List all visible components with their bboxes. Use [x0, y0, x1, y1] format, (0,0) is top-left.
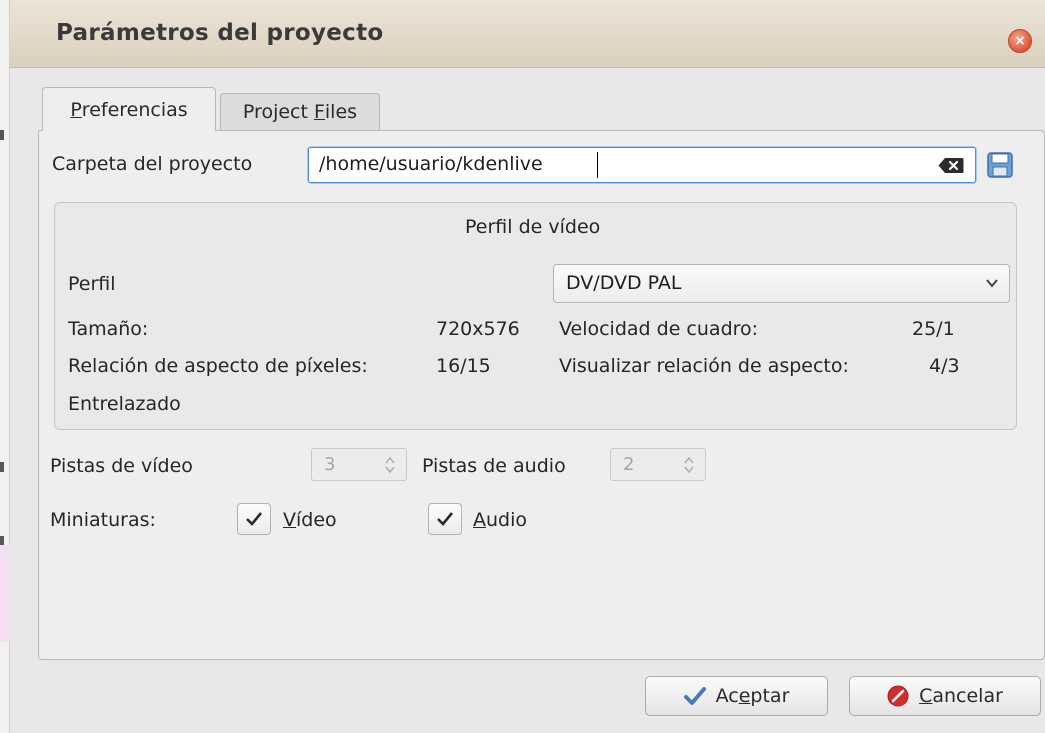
- text-caret: [597, 152, 598, 178]
- project-folder-value: /home/usuario/kdenlive: [319, 153, 543, 175]
- display-aspect-label: Visualizar relación de aspecto:: [559, 355, 849, 377]
- floppy-disk-icon: [987, 152, 1013, 178]
- pixel-aspect-label: Relación de aspecto de píxeles:: [68, 355, 368, 377]
- tab-project-files[interactable]: Project Files: [220, 93, 380, 130]
- video-tracks-spinbox[interactable]: 3: [311, 448, 407, 481]
- project-folder-label: Carpeta del proyecto: [52, 153, 253, 175]
- checkbox-label-text: ídeo: [296, 509, 337, 531]
- close-icon: ×: [1014, 33, 1026, 49]
- size-label: Tamaño:: [68, 318, 149, 340]
- checkmark-icon: [437, 512, 454, 526]
- checkmark-icon: [246, 512, 263, 526]
- spin-arrows-icon: [684, 456, 694, 474]
- video-thumbnails-label[interactable]: Vídeo: [283, 509, 337, 531]
- tab-label: Project: [242, 101, 314, 123]
- mnemonic-letter: C: [919, 685, 933, 707]
- audio-tracks-value: 2: [623, 454, 635, 475]
- spin-arrows-icon: [385, 456, 395, 474]
- audio-thumbnails-checkbox[interactable]: [428, 503, 462, 535]
- mnemonic-letter: A: [473, 509, 486, 531]
- mnemonic-letter: e: [738, 685, 751, 707]
- video-tracks-value: 3: [324, 454, 336, 475]
- cancel-icon: [887, 685, 909, 707]
- framerate-label: Velocidad de cuadro:: [559, 318, 759, 340]
- save-folder-button[interactable]: [984, 149, 1016, 181]
- thumbnails-label: Miniaturas:: [50, 509, 156, 531]
- project-folder-input[interactable]: /home/usuario/kdenlive: [308, 147, 976, 183]
- title-bar[interactable]: Parámetros del proyecto ×: [10, 0, 1045, 68]
- close-button[interactable]: ×: [1008, 29, 1032, 53]
- audio-thumbnails-label[interactable]: Audio: [473, 509, 527, 531]
- display-aspect-value: 4/3: [929, 355, 960, 377]
- tab-mnemonic: P: [70, 98, 82, 121]
- label-part: ancelar: [932, 685, 1003, 707]
- profile-label: Perfil: [68, 273, 116, 295]
- video-profile-title: Perfil de vídeo: [465, 216, 601, 238]
- cancel-button-label: Cancelar: [919, 685, 1003, 707]
- profile-selected-value: DV/DVD PAL: [566, 272, 682, 294]
- background-glyph: [0, 462, 4, 472]
- label-part: ptar: [750, 685, 790, 707]
- accept-button[interactable]: Aceptar: [645, 676, 828, 716]
- pixel-aspect-value: 16/15: [436, 355, 491, 377]
- framerate-value: 25/1: [912, 318, 955, 340]
- video-tracks-label: Pistas de vídeo: [50, 455, 193, 477]
- background-panel: [0, 545, 10, 642]
- tab-mnemonic: F: [313, 101, 325, 123]
- dialog-title: Parámetros del proyecto: [56, 20, 384, 46]
- tab-label: iles: [324, 101, 358, 123]
- checkbox-label-text: udio: [486, 509, 528, 531]
- audio-tracks-label: Pistas de audio: [422, 455, 566, 477]
- video-thumbnails-checkbox[interactable]: [237, 503, 271, 535]
- chevron-down-icon: [986, 279, 998, 288]
- checkmark-icon: [683, 685, 706, 707]
- mnemonic-letter: V: [283, 509, 296, 531]
- interlaced-label: Entrelazado: [68, 393, 181, 415]
- accept-button-label: Aceptar: [716, 685, 790, 707]
- project-settings-dialog: Parámetros del proyecto × Preferencias P…: [10, 0, 1045, 733]
- label-part: Ac: [715, 685, 739, 707]
- audio-tracks-spinbox[interactable]: 2: [610, 448, 706, 481]
- background-glyph: [0, 130, 4, 140]
- clear-text-icon[interactable]: [938, 157, 964, 174]
- profile-select[interactable]: DV/DVD PAL: [553, 264, 1010, 303]
- tab-preferencias[interactable]: Preferencias: [42, 87, 216, 131]
- size-value: 720x576: [436, 318, 520, 340]
- background-window-strip: [0, 0, 10, 733]
- tab-label: referencias: [81, 98, 188, 121]
- cancel-button[interactable]: Cancelar: [849, 676, 1041, 716]
